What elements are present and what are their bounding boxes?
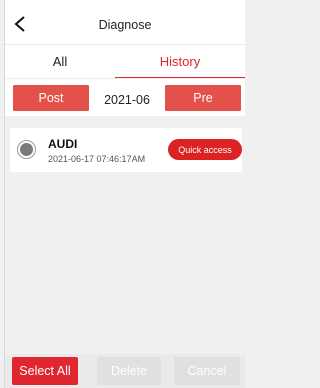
tab-all[interactable]: All (5, 45, 115, 79)
current-month: 2021-06 (104, 93, 150, 107)
title-bar: Diagnose (5, 0, 245, 44)
vehicle-name: AUDI (48, 137, 78, 151)
pre-button[interactable]: Pre (165, 85, 241, 111)
date-navigator: Post 2021-06 Pre (5, 78, 245, 116)
app-window: Diagnose All History Post 2021-06 Pre AU… (4, 0, 245, 388)
quick-access-button[interactable]: Quick access (168, 139, 242, 160)
record-timestamp: 2021-06-17 07:46:17AM (48, 154, 146, 164)
page-title: Diagnose (98, 18, 152, 32)
tab-bar: All History (5, 44, 245, 79)
history-record[interactable]: AUDI 2021-06-17 07:46:17AM Quick access (10, 128, 242, 172)
delete-button[interactable]: Delete (97, 357, 161, 385)
tab-history-label: History (159, 54, 201, 69)
footer-bar: Select All Delete Cancel (5, 354, 245, 388)
record-radio[interactable] (17, 140, 36, 159)
post-button[interactable]: Post (13, 85, 89, 111)
cancel-button[interactable]: Cancel (174, 357, 240, 385)
select-all-button[interactable]: Select All (12, 357, 78, 385)
tab-history[interactable]: History (115, 45, 245, 79)
